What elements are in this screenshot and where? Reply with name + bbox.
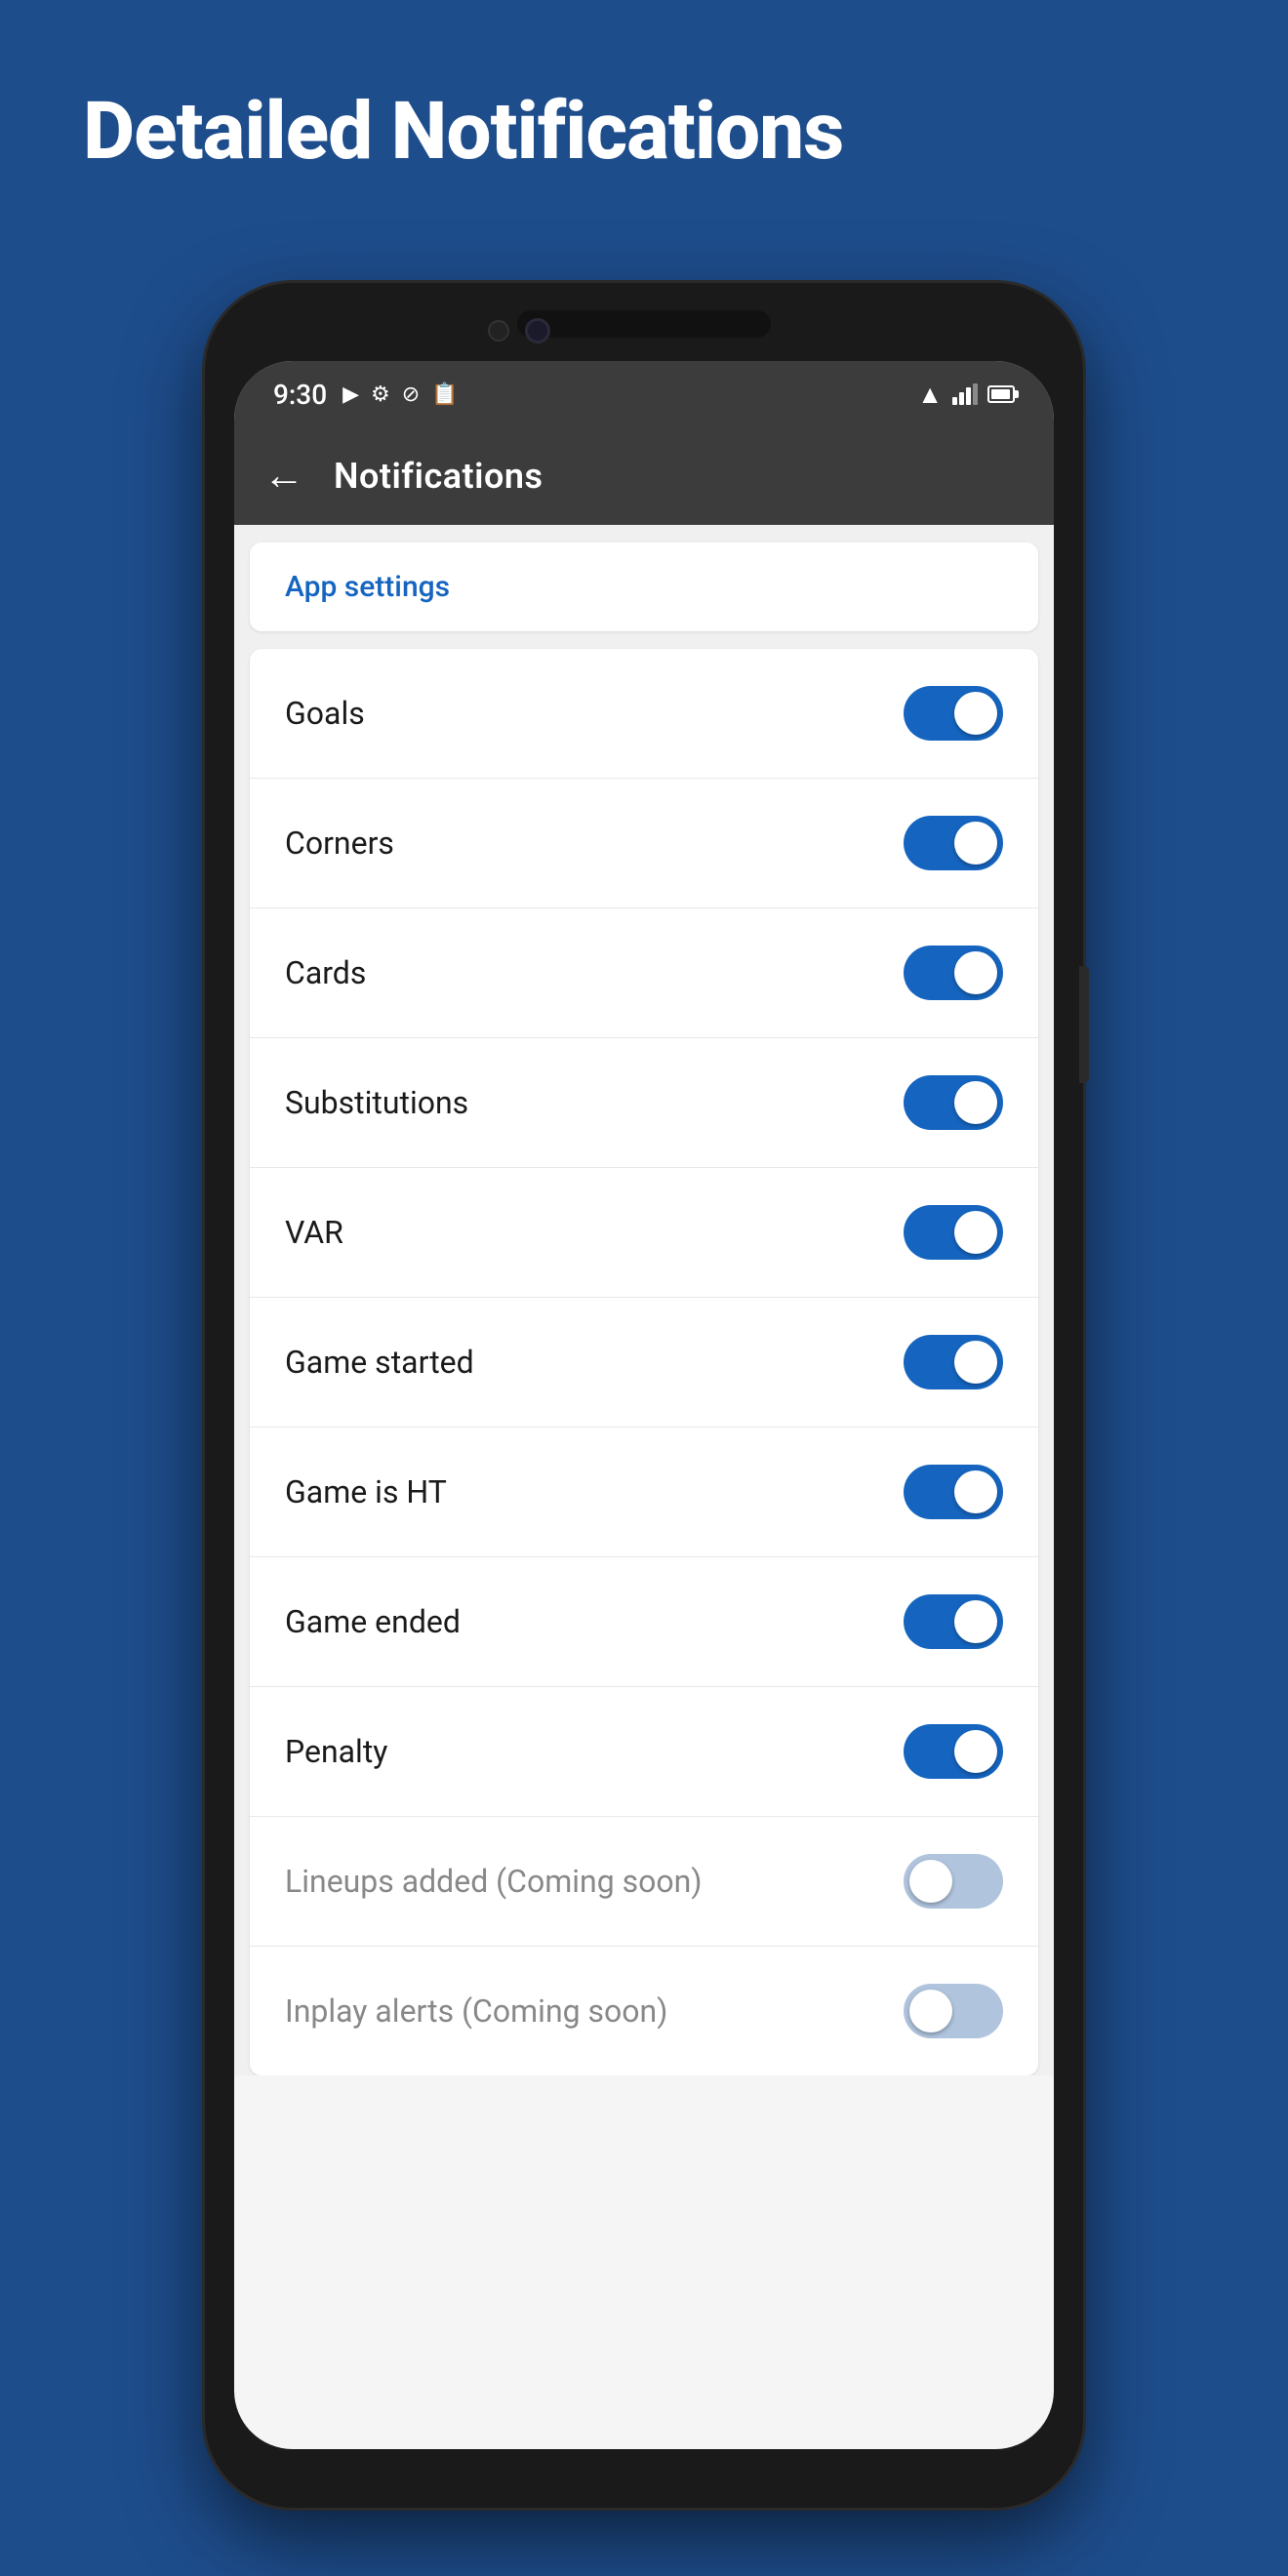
content-area: App settings Goals Corners Cards Substituti…: [234, 525, 1054, 2075]
setting-row: Inplay alerts (Coming soon): [250, 1947, 1038, 2075]
phone-notch: [517, 310, 771, 338]
setting-label-1: Corners: [285, 825, 394, 862]
toggle-0[interactable]: [904, 686, 1003, 741]
setting-row: Game started: [250, 1298, 1038, 1428]
setting-row: Lineups added (Coming soon): [250, 1817, 1038, 1947]
back-button[interactable]: ←: [263, 456, 304, 497]
toggle-9[interactable]: [904, 1854, 1003, 1909]
toggle-1[interactable]: [904, 816, 1003, 870]
setting-row: Cards: [250, 908, 1038, 1038]
toggle-10[interactable]: [904, 1984, 1003, 2038]
toggle-3[interactable]: [904, 1075, 1003, 1130]
camera-right: [525, 318, 550, 343]
clipboard-icon: 📋: [431, 382, 458, 407]
setting-label-8: Penalty: [285, 1733, 387, 1770]
status-bar: 9:30 ▶ ⚙ ⊘ 📋 ▲: [234, 361, 1054, 427]
setting-label-0: Goals: [285, 695, 365, 732]
toggle-4[interactable]: [904, 1205, 1003, 1260]
signal-icon: [952, 383, 978, 405]
toggle-7[interactable]: [904, 1594, 1003, 1649]
app-settings-link[interactable]: App settings: [285, 570, 450, 604]
page-title: Detailed Notifications: [83, 88, 843, 176]
setting-label-3: Substitutions: [285, 1084, 468, 1121]
blocked-icon: ⊘: [402, 382, 420, 407]
app-settings-card: App settings: [250, 543, 1038, 631]
toggle-6[interactable]: [904, 1465, 1003, 1519]
battery-icon: [987, 385, 1015, 403]
setting-label-2: Cards: [285, 954, 366, 991]
app-bar-title: Notifications: [334, 456, 543, 497]
wifi-icon: ▲: [917, 380, 943, 410]
toggle-8[interactable]: [904, 1724, 1003, 1779]
setting-label-5: Game started: [285, 1344, 474, 1381]
camera-left: [488, 320, 509, 342]
toggle-5[interactable]: [904, 1335, 1003, 1389]
setting-row: Goals: [250, 649, 1038, 779]
status-icons-right: ▲: [917, 380, 1015, 410]
setting-label-7: Game ended: [285, 1603, 461, 1640]
settings-icon: ⚙: [371, 382, 390, 407]
phone-frame: 9:30 ▶ ⚙ ⊘ 📋 ▲: [205, 283, 1083, 2508]
setting-row: Penalty: [250, 1687, 1038, 1817]
setting-row: Corners: [250, 779, 1038, 908]
setting-row: Game ended: [250, 1557, 1038, 1687]
app-bar: ← Notifications: [234, 427, 1054, 525]
setting-label-10: Inplay alerts (Coming soon): [285, 1992, 667, 2030]
status-time: 9:30: [273, 379, 327, 411]
status-icons-left: ▶ ⚙ ⊘ 📋: [342, 382, 459, 407]
setting-label-4: VAR: [285, 1214, 343, 1251]
toggle-2[interactable]: [904, 946, 1003, 1000]
setting-label-6: Game is HT: [285, 1473, 447, 1510]
settings-list: Goals Corners Cards Substitutions VAR Game st…: [250, 649, 1038, 2075]
volume-button: [1079, 966, 1089, 1083]
setting-row: VAR: [250, 1168, 1038, 1298]
phone-device: 9:30 ▶ ⚙ ⊘ 📋 ▲: [205, 283, 1083, 2508]
setting-row: Game is HT: [250, 1428, 1038, 1557]
setting-row: Substitutions: [250, 1038, 1038, 1168]
setting-label-9: Lineups added (Coming soon): [285, 1863, 702, 1900]
phone-screen: 9:30 ▶ ⚙ ⊘ 📋 ▲: [234, 361, 1054, 2449]
play-icon: ▶: [342, 382, 359, 407]
